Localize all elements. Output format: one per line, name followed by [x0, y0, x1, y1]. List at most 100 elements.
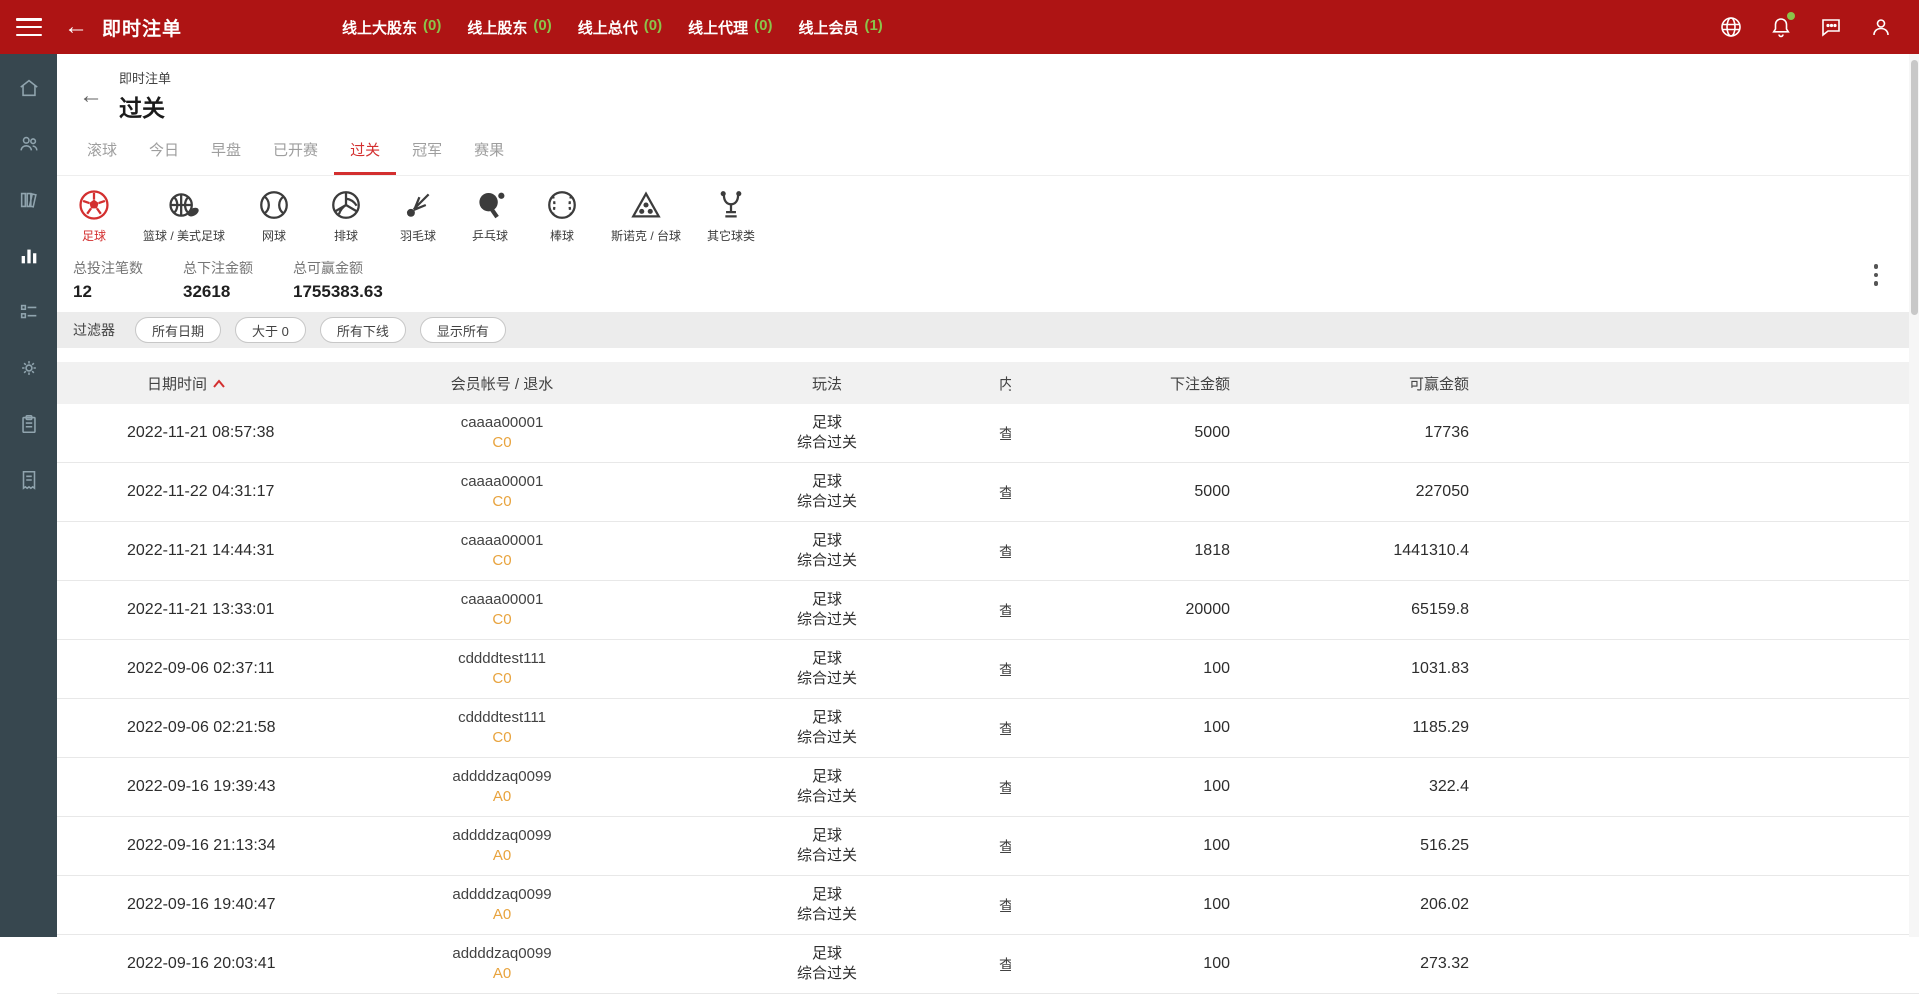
sidebar-reports-icon[interactable]	[13, 184, 45, 216]
table-row: 2022-09-06 02:21:58 cddddtest111 C0 足球 综…	[57, 699, 1919, 758]
menu-icon[interactable]	[16, 18, 42, 36]
sidebar-users-icon[interactable]	[13, 128, 45, 160]
stat-total-bets: 总投注笔数 12	[73, 260, 143, 301]
view-detail-link[interactable]: 查看详细	[999, 659, 1011, 680]
nav-item-grand-shareholder[interactable]: 线上大股东 (0)	[342, 17, 441, 38]
breadcrumb: 即时注单	[119, 71, 172, 86]
tab-today[interactable]: 今日	[133, 129, 195, 175]
sidebar-clipboard-icon[interactable]	[13, 408, 45, 440]
nav-label: 线上总代	[577, 19, 638, 37]
account-icon[interactable]	[1869, 15, 1893, 39]
page-title: 过关	[119, 95, 165, 121]
sport-basketball[interactable]: 篮球 / 美式足球	[143, 188, 225, 244]
view-detail-link[interactable]: 查看详细	[999, 895, 1011, 916]
cell-content: 查看详细	[987, 541, 1011, 562]
cell-play: 足球 综合过关	[667, 885, 987, 926]
cell-account: caaaa00001 C0	[337, 472, 667, 513]
cell-play: 足球 综合过关	[667, 826, 987, 867]
view-detail-link[interactable]: 查看详细	[999, 482, 1011, 503]
tennis-icon	[260, 191, 288, 219]
play-sport: 足球	[811, 708, 842, 726]
bet-type-tabs: 滚球 今日 早盘 已开赛 过关 冠军 赛果	[57, 129, 1919, 176]
tab-champion[interactable]: 冠军	[396, 129, 458, 175]
tab-parlay[interactable]: 过关	[334, 129, 397, 175]
view-detail-link[interactable]: 查看详细	[999, 600, 1011, 621]
table-row: 2022-09-16 21:13:34 addddzaq0099 A0 足球 综…	[57, 817, 1919, 876]
page-back-icon[interactable]: ←	[79, 83, 103, 108]
nav-item-shareholder[interactable]: 线上股东 (0)	[467, 17, 551, 38]
cell-winnable-amount: 1031.83	[1411, 660, 1469, 677]
header-datetime[interactable]: 日期时间	[57, 373, 337, 394]
pingpong-icon	[479, 192, 505, 219]
sidebar-home-icon[interactable]	[13, 72, 45, 104]
view-detail-link[interactable]: 查看详细	[999, 954, 1011, 975]
view-detail-link[interactable]: 查看详细	[999, 718, 1011, 739]
tab-rolling[interactable]: 滚球	[71, 129, 133, 175]
cell-content: 查看详细	[987, 836, 1011, 857]
cell-content: 查看详细	[987, 659, 1011, 680]
sport-pingpong[interactable]: 乒乓球	[467, 188, 513, 244]
sidebar-receipt-icon[interactable]	[13, 464, 45, 496]
cell-winnable-amount: 1185.29	[1412, 719, 1469, 736]
filter-chip-greater-than-zero[interactable]: 大于 0	[235, 317, 306, 343]
header-winnable-amount[interactable]: 可赢金额	[1256, 373, 1489, 394]
view-detail-link[interactable]: 查看详细	[999, 777, 1011, 798]
scrollbar-thumb[interactable]	[1910, 60, 1918, 315]
sidebar-checklist-icon[interactable]	[13, 296, 45, 328]
account-name: caaaa00001	[460, 590, 544, 608]
nav-count: (0)	[423, 16, 442, 34]
header-account[interactable]: 会员帐号 / 退水	[337, 373, 667, 394]
sport-badminton[interactable]: 羽毛球	[395, 188, 441, 244]
cell-bet-amount: 100	[1203, 896, 1230, 913]
sort-asc-icon[interactable]	[213, 375, 225, 392]
sport-soccer[interactable]: 足球	[71, 188, 117, 244]
view-detail-link[interactable]: 查看详细	[999, 836, 1011, 857]
tab-results[interactable]: 赛果	[458, 129, 520, 175]
view-detail-link[interactable]: 查看详细	[999, 423, 1011, 444]
account-rebate: C0	[492, 670, 512, 687]
table-body: 2022-11-21 08:57:38 caaaa00001 C0 足球 综合过…	[57, 404, 1919, 994]
cell-play: 足球 综合过关	[667, 531, 987, 572]
cell-winnable-amount: 1441310.4	[1393, 542, 1469, 559]
main-content: ← 即时注单 过关 滚球 今日 早盘 已开赛 过关 冠军 赛果 足球 篮球 / …	[57, 54, 1919, 994]
sidebar-bets-icon[interactable]	[13, 240, 45, 272]
notifications-bell-icon[interactable]	[1769, 12, 1795, 39]
tab-started[interactable]: 已开赛	[257, 129, 334, 175]
header-play[interactable]: 玩法	[667, 373, 987, 394]
filter-bar: 过滤器 所有日期 大于 0 所有下线 显示所有	[57, 312, 1919, 348]
more-options-icon[interactable]	[1867, 264, 1885, 286]
sport-other[interactable]: 其它球类	[707, 188, 755, 244]
header-bet-amount[interactable]: 下注金额	[1011, 373, 1256, 394]
chat-icon[interactable]	[1819, 15, 1843, 39]
vertical-scrollbar[interactable]	[1909, 54, 1919, 937]
filter-chip-show-all[interactable]: 显示所有	[419, 317, 506, 343]
cell-play: 足球 综合过关	[667, 472, 987, 513]
filter-chip-all-downlines[interactable]: 所有下线	[319, 317, 406, 343]
view-detail-link[interactable]: 查看详细	[999, 541, 1011, 562]
cell-bet-amount: 5000	[1194, 483, 1230, 500]
topbar-back-icon[interactable]: ←	[64, 15, 88, 39]
globe-icon[interactable]	[1719, 15, 1743, 39]
sport-snooker[interactable]: 斯诺克 / 台球	[611, 188, 681, 244]
cell-bet-amount: 1818	[1194, 542, 1230, 559]
sidebar-settings-icon[interactable]	[13, 352, 45, 384]
header-content[interactable]: 内容	[987, 373, 1011, 394]
tab-early[interactable]: 早盘	[195, 129, 257, 175]
sport-volleyball[interactable]: 排球	[323, 188, 369, 244]
bets-table: 日期时间 会员帐号 / 退水 玩法 内容 下注金额 可赢金额 2022-11-2…	[57, 362, 1919, 994]
sport-tennis[interactable]: 网球	[251, 188, 297, 244]
cell-play: 足球 综合过关	[667, 649, 987, 690]
nav-item-agent[interactable]: 线上代理 (0)	[688, 17, 772, 38]
nav-item-master-agent[interactable]: 线上总代 (0)	[578, 17, 662, 38]
cell-winnable-amount: 65159.8	[1411, 601, 1469, 618]
cell-account: addddzaq0099 A0	[337, 767, 667, 808]
filter-chip-all-dates[interactable]: 所有日期	[135, 317, 222, 343]
badminton-icon	[406, 193, 430, 217]
basketball-icon	[169, 193, 199, 217]
cell-account: cddddtest111 C0	[337, 649, 667, 690]
nav-item-member[interactable]: 线上会员 (1)	[798, 17, 882, 38]
sport-baseball[interactable]: 棒球	[539, 188, 585, 244]
cell-content: 查看详细	[987, 423, 1011, 444]
cell-play: 足球 综合过关	[667, 708, 987, 749]
baseball-icon	[548, 191, 576, 219]
